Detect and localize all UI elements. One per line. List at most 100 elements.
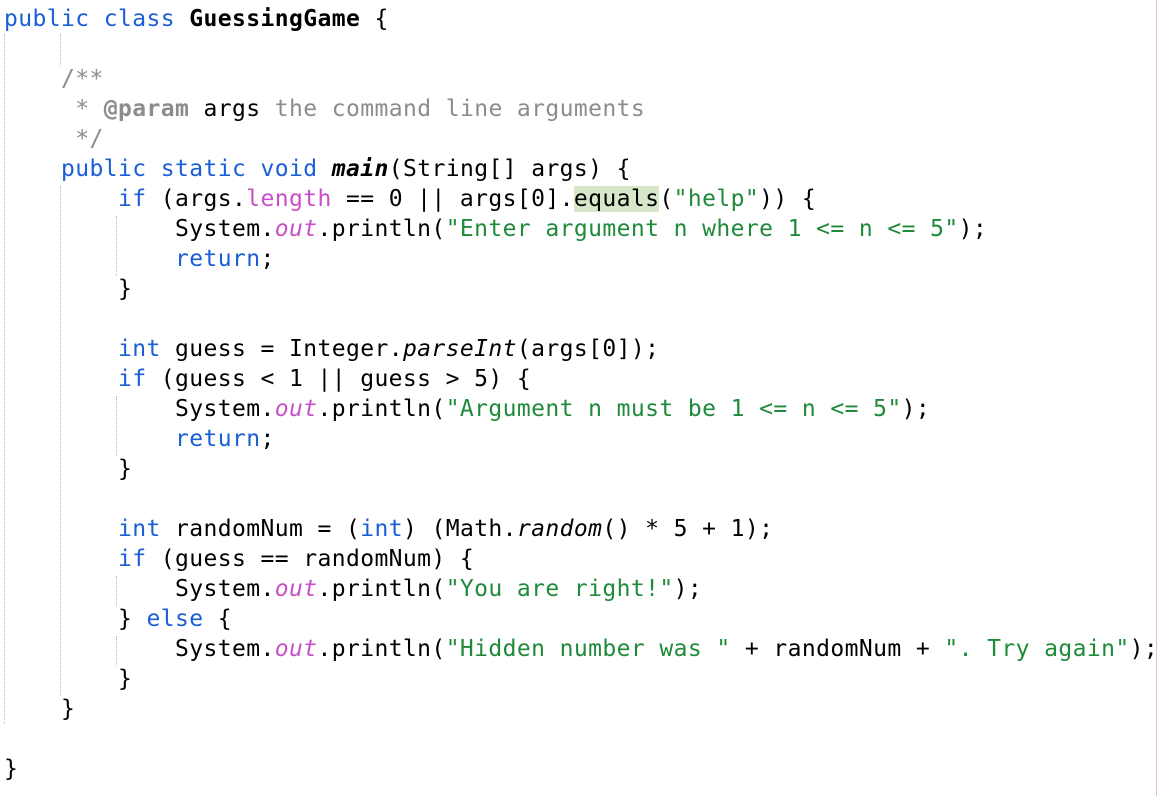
text-token: ); <box>1129 636 1159 662</box>
string-token: "Enter argument n where 1 <= n <= 5" <box>445 216 959 242</box>
indent-token <box>4 126 75 152</box>
code-line-1[interactable]: public class GuessingGame { <box>4 4 389 34</box>
text-token: ; <box>260 246 275 272</box>
text-token: randomNum = ( <box>160 516 361 542</box>
code-line-16[interactable]: } <box>4 454 132 484</box>
text-token: (args. <box>146 186 247 212</box>
keyword-token: return <box>174 426 261 452</box>
text-token: (String[] args) { <box>388 156 631 182</box>
code-line-8[interactable]: System.out.println("Enter argument n whe… <box>4 214 987 244</box>
string-token: ". Try again" <box>944 636 1130 662</box>
text-token: ; <box>260 426 275 452</box>
code-line-20[interactable]: System.out.println("You are right!"); <box>4 574 702 604</box>
indent-token <box>4 396 175 422</box>
comment-token: /** <box>61 66 104 92</box>
code-line-4[interactable]: * @param args the command line arguments <box>4 94 645 124</box>
code-line-9[interactable]: return; <box>4 244 275 274</box>
text-token: == 0 || args[0]. <box>331 186 574 212</box>
code-line-24[interactable]: } <box>4 694 75 724</box>
code-line-23[interactable]: } <box>4 664 132 694</box>
text-token: (guess < 1 || guess > 5) { <box>146 366 532 392</box>
text-token: .println( <box>317 396 446 422</box>
text-token: ); <box>958 216 988 242</box>
text-token: .println( <box>317 636 446 662</box>
text-token: guess = Integer. <box>160 336 403 362</box>
indent-token <box>4 366 118 392</box>
text-token: System. <box>174 636 275 662</box>
code-line-5[interactable]: */ <box>4 124 104 154</box>
indent-token <box>4 576 175 602</box>
text-token: } <box>117 276 133 302</box>
keyword-token: void <box>260 156 318 182</box>
text-token: .println( <box>317 216 446 242</box>
field-token: out <box>274 636 318 662</box>
indent-token <box>4 246 175 272</box>
text-token: (args[0]); <box>516 336 660 362</box>
code-line-19[interactable]: if (guess == randomNum) { <box>4 544 474 574</box>
code-line-10[interactable]: } <box>4 274 132 304</box>
keyword-token: return <box>174 246 261 272</box>
code-line-21[interactable]: } else { <box>4 604 232 634</box>
indent-token <box>4 666 118 692</box>
text-token: System. <box>174 396 275 422</box>
keyword-token: if <box>117 546 147 572</box>
indent-token <box>4 456 118 482</box>
code-line-6[interactable]: public static void main(String[] args) { <box>4 154 631 184</box>
indent-token <box>4 636 175 662</box>
text-token: (guess == randomNum) { <box>146 546 475 572</box>
text-token: ( <box>659 186 674 212</box>
code-line-15[interactable]: return; <box>4 424 275 454</box>
indent-token <box>4 606 118 632</box>
code-line-22[interactable]: System.out.println("Hidden number was " … <box>4 634 1158 664</box>
code-editor[interactable]: public class GuessingGame { /** * @param… <box>0 0 1176 796</box>
indent-token <box>4 546 118 572</box>
string-token: "Hidden number was " <box>445 636 731 662</box>
string-token: "Argument n must be 1 <= n <= 5" <box>445 396 902 422</box>
method-name-token: parseInt <box>402 336 517 362</box>
code-line-7[interactable]: if (args.length == 0 || args[0].equals("… <box>4 184 816 214</box>
text-token: ); <box>901 396 931 422</box>
text-token: { <box>360 6 389 32</box>
text-token: .println( <box>317 576 446 602</box>
string-token: "help" <box>673 186 760 212</box>
code-line-13[interactable]: if (guess < 1 || guess > 5) { <box>4 364 531 394</box>
text-token: ) (Math. <box>402 516 517 542</box>
indent-guide <box>60 34 61 66</box>
doc-tag-token: @param <box>103 96 190 122</box>
text-token: () * 5 + 1); <box>602 516 774 542</box>
highlighted-token: equals <box>573 186 660 212</box>
code-line-18[interactable]: int randomNum = (int) (Math.random() * 5… <box>4 514 773 544</box>
keyword-token: if <box>117 186 147 212</box>
keyword-token: int <box>117 516 161 542</box>
text-token: } <box>61 696 76 722</box>
text-token: } <box>117 456 133 482</box>
indent-token <box>4 156 61 182</box>
comment-token: the command line arguments <box>260 96 646 122</box>
keyword-token: int <box>360 516 403 542</box>
indent-token <box>4 696 61 722</box>
field-token: length <box>246 186 332 212</box>
indent-token <box>4 186 118 212</box>
keyword-token: static <box>160 156 247 182</box>
keyword-token: else <box>146 606 204 632</box>
code-line-12[interactable]: int guess = Integer.parseInt(args[0]); <box>4 334 659 364</box>
code-line-14[interactable]: System.out.println("Argument n must be 1… <box>4 394 930 424</box>
doc-arg-token: args <box>203 96 261 122</box>
text-token: )) { <box>759 186 817 212</box>
indent-token <box>4 276 118 302</box>
code-line-3[interactable]: /** <box>4 64 104 94</box>
right-margin-line <box>1156 0 1157 796</box>
code-line-26[interactable]: } <box>4 754 18 784</box>
method-name-token: random <box>516 516 603 542</box>
indent-token <box>4 336 118 362</box>
text-token: } <box>4 756 19 782</box>
keyword-token: int <box>117 336 161 362</box>
method-name-token: main <box>331 156 389 182</box>
field-token: out <box>274 396 318 422</box>
